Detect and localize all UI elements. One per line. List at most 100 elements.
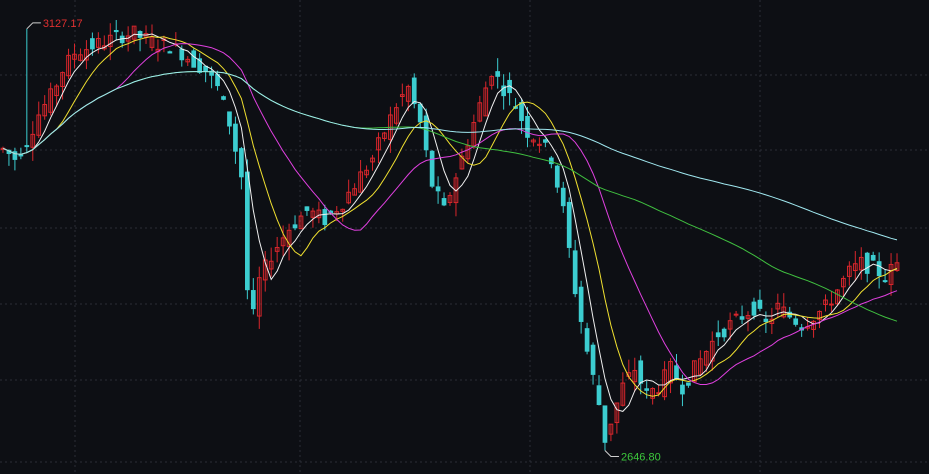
candlestick-chart: 3127.17 2646.80 <box>0 0 929 474</box>
candle-61 <box>364 165 369 179</box>
candle-95 <box>566 197 572 258</box>
candle-body <box>578 286 584 322</box>
candle-46 <box>274 236 280 263</box>
candle-body <box>519 102 524 122</box>
candle-6 <box>36 101 42 138</box>
candle-body <box>882 280 888 283</box>
candle-51 <box>304 206 310 216</box>
candle-78 <box>465 139 471 164</box>
candle-123 <box>733 310 739 318</box>
moving-average-lines <box>2 33 898 412</box>
ma-10-line <box>2 35 898 397</box>
low-label-leader <box>604 450 619 457</box>
candle-body <box>18 154 24 157</box>
candle-93 <box>554 164 560 193</box>
candle-53 <box>316 201 322 224</box>
candle-142 <box>846 261 852 286</box>
candle-body <box>554 165 560 188</box>
ma-120-line <box>2 71 898 241</box>
candle-112 <box>668 358 673 394</box>
candle-58 <box>346 179 352 205</box>
candle-97 <box>578 280 584 334</box>
high-label-leader <box>26 22 41 30</box>
candle-107 <box>638 355 644 395</box>
candle-body <box>548 157 554 165</box>
candles <box>0 20 900 451</box>
candle-60 <box>358 159 363 193</box>
candle-111 <box>662 361 667 401</box>
candle-98 <box>584 322 590 355</box>
candle-27 <box>161 35 167 53</box>
candle-42 <box>250 278 256 315</box>
candle-63 <box>376 132 381 164</box>
candle-149 <box>888 253 894 296</box>
candle-body <box>113 30 119 33</box>
ma-20-line <box>2 43 898 385</box>
candle-28 <box>167 50 173 54</box>
candle-38 <box>227 111 232 135</box>
candle-body <box>751 301 757 316</box>
candle-75 <box>447 192 453 206</box>
candle-body <box>715 332 721 338</box>
high-price-label: 3127.17 <box>43 18 83 30</box>
candle-body <box>24 145 30 148</box>
candle-73 <box>435 176 441 204</box>
candle-137 <box>817 310 822 329</box>
candle-133 <box>793 315 799 327</box>
candle-31 <box>185 56 191 67</box>
candle-113 <box>674 354 679 381</box>
candle-body <box>543 139 548 143</box>
candle-139 <box>829 291 834 312</box>
candle-37 <box>221 95 226 101</box>
candle-body <box>566 201 572 248</box>
candle-81 <box>483 81 489 117</box>
candle-99 <box>590 342 596 385</box>
candle-62 <box>370 154 375 171</box>
candle-body <box>239 148 244 178</box>
candle-108 <box>644 380 650 399</box>
candle-85 <box>507 72 512 106</box>
candle-82 <box>489 75 495 90</box>
candle-124 <box>739 305 745 325</box>
candle-body <box>179 48 185 61</box>
candle-12 <box>72 43 77 69</box>
candle-body <box>757 299 763 309</box>
candle-body <box>227 111 232 127</box>
candle-117 <box>697 350 703 377</box>
candle-4 <box>24 28 30 153</box>
candle-59 <box>352 183 357 196</box>
candle-body <box>638 360 644 384</box>
candle-0 <box>0 146 6 153</box>
candle-146 <box>870 251 876 261</box>
candle-body <box>292 224 298 229</box>
candle-13 <box>78 48 83 62</box>
candle-body <box>411 77 417 105</box>
candle-body <box>763 318 769 323</box>
candle-89 <box>531 138 536 147</box>
candle-body <box>435 186 441 192</box>
candle-144 <box>858 247 864 280</box>
chart-gridlines <box>0 0 929 474</box>
candle-body <box>245 171 250 291</box>
candle-66 <box>394 103 399 126</box>
candle-body <box>417 103 423 123</box>
candle-2 <box>12 147 18 171</box>
ma-5-line <box>2 33 898 412</box>
candle-14 <box>84 40 89 70</box>
candle-body <box>191 50 197 68</box>
candle-body <box>525 115 530 138</box>
candle-body <box>876 261 882 277</box>
candle-body <box>441 198 447 206</box>
candle-115 <box>686 382 691 388</box>
candle-body <box>793 318 799 325</box>
candle-body <box>584 328 590 352</box>
candle-94 <box>560 181 566 213</box>
candle-body <box>90 38 95 50</box>
candle-7 <box>42 95 48 120</box>
candle-body <box>864 252 870 274</box>
candle-body <box>733 313 739 316</box>
candle-33 <box>197 53 203 74</box>
candle-body <box>590 344 596 375</box>
candle-101 <box>602 405 608 451</box>
candle-body <box>233 123 238 152</box>
